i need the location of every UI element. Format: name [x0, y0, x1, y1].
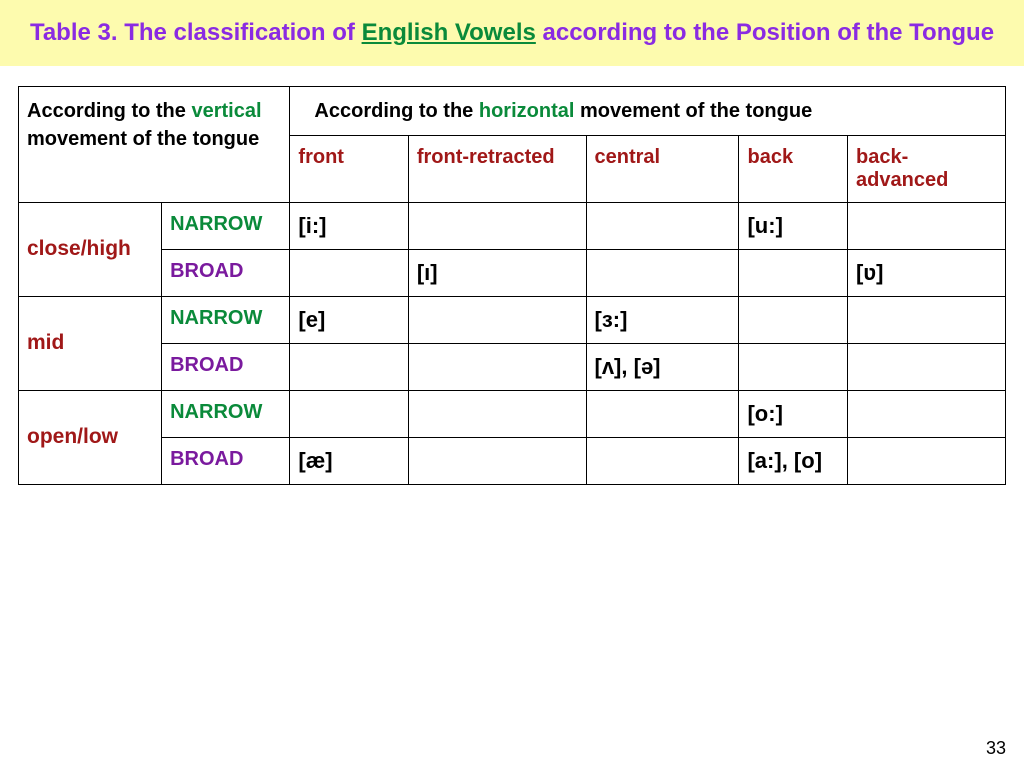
row-mid: mid — [19, 296, 162, 390]
cell — [739, 296, 848, 343]
cell — [408, 202, 586, 249]
hdr-vert-em: vertical — [191, 100, 261, 122]
cell — [408, 437, 586, 484]
cell: [ʋ] — [848, 249, 1006, 296]
table-container: According to the vertical movement of th… — [0, 66, 1024, 485]
page-number: 33 — [986, 738, 1006, 759]
vowel-classification-table: According to the vertical movement of th… — [18, 86, 1006, 485]
hdr-horiz-em: horizontal — [479, 100, 575, 122]
cell: [æ] — [290, 437, 408, 484]
cell — [408, 343, 586, 390]
hdr-vert-suffix: movement of the tongue — [27, 128, 259, 150]
hdr-vert-prefix: According to the — [27, 100, 191, 122]
cell — [848, 390, 1006, 437]
mid-narrow-label: narrow — [162, 296, 290, 343]
cell: [ɜ:] — [586, 296, 739, 343]
row-close-high: close/high — [19, 202, 162, 296]
col-back: back — [739, 135, 848, 202]
col-back-advanced: back-advanced — [848, 135, 1006, 202]
cell: [a:], [o] — [739, 437, 848, 484]
cell — [586, 390, 739, 437]
header-horizontal: According to the horizontal movement of … — [290, 86, 1006, 135]
open-low-broad-label: broad — [162, 437, 290, 484]
cell: [u:] — [739, 202, 848, 249]
cell — [848, 202, 1006, 249]
row-open-low: open/low — [19, 390, 162, 484]
cell — [586, 202, 739, 249]
title-emph: English Vowels — [362, 19, 536, 46]
title-suffix: according to the Position of the Tongue — [536, 19, 994, 46]
hdr-horiz-suffix: movement of the tongue — [574, 100, 812, 122]
close-high-broad-label: broad — [162, 249, 290, 296]
cell — [848, 343, 1006, 390]
hdr-horiz-prefix: According to the — [314, 100, 478, 122]
cell: [i:] — [290, 202, 408, 249]
cell — [290, 343, 408, 390]
open-low-narrow-label: narrow — [162, 390, 290, 437]
col-front: front — [290, 135, 408, 202]
cell — [848, 437, 1006, 484]
cell — [848, 296, 1006, 343]
col-central: central — [586, 135, 739, 202]
cell — [586, 437, 739, 484]
close-high-narrow-label: narrow — [162, 202, 290, 249]
title-prefix: Table 3. The classification of — [30, 19, 362, 46]
cell: [e] — [290, 296, 408, 343]
cell — [408, 296, 586, 343]
cell — [290, 249, 408, 296]
cell — [586, 249, 739, 296]
cell: [ı] — [408, 249, 586, 296]
cell — [290, 390, 408, 437]
cell: [ʌ], [ə] — [586, 343, 739, 390]
cell — [408, 390, 586, 437]
cell — [739, 343, 848, 390]
title-bar: Table 3. The classification of English V… — [0, 0, 1024, 66]
mid-broad-label: broad — [162, 343, 290, 390]
header-vertical: According to the vertical movement of th… — [19, 86, 290, 202]
cell: [o:] — [739, 390, 848, 437]
cell — [739, 249, 848, 296]
col-front-retracted: front-retracted — [408, 135, 586, 202]
